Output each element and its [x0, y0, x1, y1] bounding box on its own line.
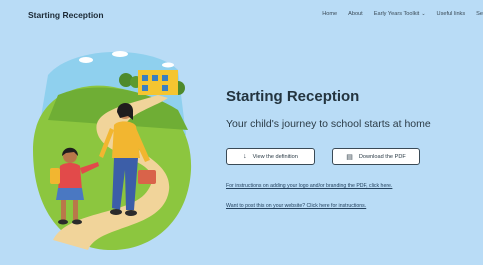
document-icon: ▤: [346, 153, 353, 161]
nav-search-truncated[interactable]: Se: [476, 11, 483, 17]
chevron-down-icon: ⌄: [421, 11, 426, 17]
arrow-down-icon: ↓: [243, 153, 247, 160]
cloud: [162, 62, 174, 68]
child-backpack: [50, 168, 60, 184]
nav-useful-links[interactable]: Useful links: [437, 11, 466, 17]
view-definition-button[interactable]: ↓ View the definition: [226, 148, 315, 165]
website-instructions-link[interactable]: Want to post this on your website? Click…: [226, 203, 366, 209]
nav-early-years-toolkit[interactable]: Early Years Toolkit ⌄: [374, 11, 426, 17]
child-skirt: [56, 188, 84, 200]
adult-bag: [138, 170, 156, 184]
top-navigation: Starting Reception Home About Early Year…: [0, 0, 483, 30]
nav-early-years-toolkit-label: Early Years Toolkit: [373, 11, 420, 17]
cloud: [79, 57, 93, 63]
nav-about[interactable]: About: [348, 11, 363, 17]
child-top: [58, 163, 82, 190]
hero-title: Starting Reception: [226, 88, 360, 105]
school-building: [138, 70, 178, 95]
nav-links: Home About Early Years Toolkit ⌄ Useful l…: [311, 11, 483, 17]
download-pdf-label: Download the PDF: [358, 153, 406, 160]
branding-instructions-link[interactable]: For instructions on adding your logo and…: [226, 183, 392, 189]
download-pdf-button[interactable]: ▤ Download the PDF: [332, 148, 420, 165]
hero-illustration: [33, 51, 192, 250]
cloud: [112, 51, 128, 57]
view-definition-label: View the definition: [252, 153, 298, 160]
page-background: Starting Reception Home About Early Year…: [0, 0, 483, 265]
nav-home[interactable]: Home: [322, 11, 337, 17]
site-brand[interactable]: Starting Reception: [28, 10, 104, 20]
hero-subtitle: Your child's journey to school starts at…: [226, 118, 431, 130]
